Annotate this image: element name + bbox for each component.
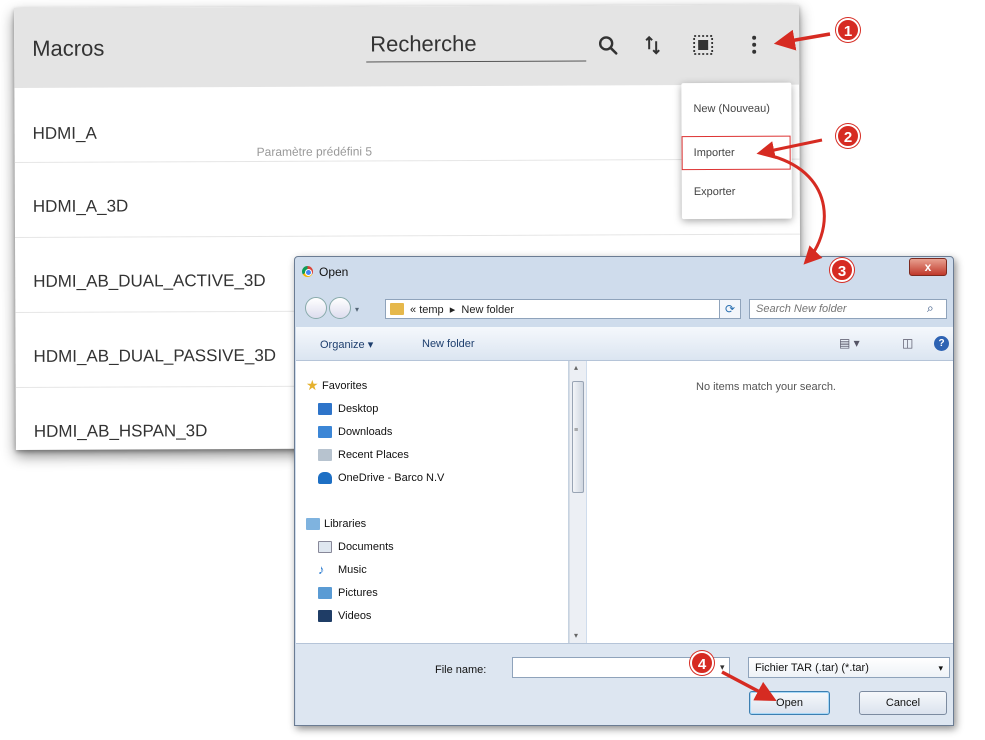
chevron-down-icon: ▾ (938, 663, 943, 673)
nav-recent-places[interactable]: Recent Places (338, 449, 409, 461)
search-folder-input[interactable] (749, 299, 947, 319)
callout-badge-4: 4 (690, 651, 714, 675)
address-prefix: « (410, 304, 417, 316)
downloads-icon (318, 426, 332, 438)
nav-desktop[interactable]: Desktop (338, 403, 378, 415)
desktop-icon (318, 403, 332, 415)
file-list-pane[interactable]: No items match your search. (587, 361, 953, 643)
cancel-button[interactable]: Cancel (859, 691, 947, 715)
folder-icon (390, 303, 404, 315)
recent-places-icon (318, 449, 332, 461)
libraries-icon (306, 518, 320, 530)
scroll-up-icon[interactable]: ▴ (574, 363, 578, 372)
list-item-title: HDMI_AB_DUAL_ACTIVE_3D (33, 270, 266, 291)
list-item-title: HDMI_A (32, 123, 97, 143)
breadcrumb-temp[interactable]: temp (419, 304, 443, 316)
scroll-down-icon[interactable]: ▾ (574, 631, 578, 640)
pictures-icon (318, 587, 332, 599)
empty-message: No items match your search. (696, 381, 836, 393)
file-type-select[interactable]: Fichier TAR (.tar) (*.tar) ▾ (748, 657, 950, 678)
forward-icon[interactable] (329, 297, 351, 319)
preview-pane-icon[interactable]: ◫ (902, 336, 913, 350)
nav-pictures[interactable]: Pictures (338, 587, 378, 599)
breadcrumb-new-folder[interactable]: New folder (461, 304, 514, 316)
address-bar[interactable]: « temp ▸ New folder ▾ (385, 299, 799, 319)
screenshot: Macros HDMI_A Paramètre prédéfini 5 HDMI… (0, 0, 985, 740)
import-highlight-box (681, 135, 791, 171)
navigation-pane: ★ Favorites Desktop Downloads Recent Pla… (296, 361, 569, 643)
nav-libraries[interactable]: Libraries (324, 518, 366, 530)
nav-scrollbar[interactable]: ▴ ≡ ▾ (569, 361, 586, 643)
scroll-grip-icon: ≡ (574, 427, 579, 434)
app-header: Macros (14, 4, 800, 88)
list-item-subtitle: Paramètre prédéfini 5 (256, 144, 373, 159)
scrollbar-thumb[interactable] (572, 381, 584, 493)
menu-item-export[interactable]: Exporter (694, 186, 736, 198)
list-item-title: HDMI_AB_HSPAN_3D (33, 421, 208, 441)
menu-item-new[interactable]: New (Nouveau) (693, 103, 769, 115)
select-all-icon[interactable] (691, 33, 715, 57)
breadcrumb-separator-icon: ▸ (446, 304, 459, 316)
file-name-dropdown-icon[interactable]: ▾ (720, 662, 725, 673)
list-item-title: HDMI_A_3D (32, 196, 129, 216)
nav-downloads[interactable]: Downloads (338, 426, 392, 438)
dialog-toolbar: Organize ▾ New folder ▤ ▾ ◫ ? (296, 327, 953, 361)
recent-locations-icon[interactable]: ▾ (355, 305, 359, 314)
videos-icon (318, 610, 332, 622)
open-button[interactable]: Open (749, 691, 830, 715)
file-type-value: Fichier TAR (.tar) (*.tar) (755, 662, 869, 674)
file-name-label: File name: (435, 664, 487, 676)
close-button[interactable]: x (909, 258, 947, 276)
star-icon: ★ (306, 377, 319, 393)
sort-icon[interactable] (641, 33, 665, 57)
open-file-dialog: Open x ▾ « temp ▸ New folder ▾ ⟳ ⌕ Organ… (294, 256, 954, 726)
refresh-icon[interactable]: ⟳ (719, 299, 741, 319)
chrome-logo-icon (302, 266, 313, 277)
more-vert-icon[interactable] (742, 33, 766, 57)
search-input[interactable] (366, 25, 587, 63)
music-icon: ♪ (318, 562, 325, 577)
list-item-title: HDMI_AB_DUAL_PASSIVE_3D (33, 345, 277, 366)
search-icon[interactable] (596, 33, 620, 57)
documents-icon (318, 541, 332, 553)
help-icon[interactable]: ? (934, 336, 949, 351)
onedrive-icon (318, 472, 332, 484)
search-icon: ⌕ (927, 301, 934, 315)
view-options-icon[interactable]: ▤ ▾ (839, 336, 860, 350)
nav-documents[interactable]: Documents (338, 541, 394, 553)
nav-favorites[interactable]: Favorites (322, 380, 367, 392)
nav-videos[interactable]: Videos (338, 610, 371, 622)
back-icon[interactable] (305, 297, 327, 319)
callout-badge-2: 2 (836, 124, 860, 148)
organize-button[interactable]: Organize ▾ (320, 338, 373, 351)
callout-badge-3: 3 (830, 258, 854, 282)
nav-music[interactable]: Music (338, 564, 367, 576)
new-folder-button[interactable]: New folder (422, 338, 475, 350)
dialog-title: Open (319, 265, 349, 279)
dialog-footer: File name: ▾ Fichier TAR (.tar) (*.tar) … (296, 643, 953, 725)
nav-onedrive[interactable]: OneDrive - Barco N.V (338, 472, 444, 484)
callout-badge-1: 1 (836, 18, 860, 42)
page-title: Macros (32, 35, 105, 61)
